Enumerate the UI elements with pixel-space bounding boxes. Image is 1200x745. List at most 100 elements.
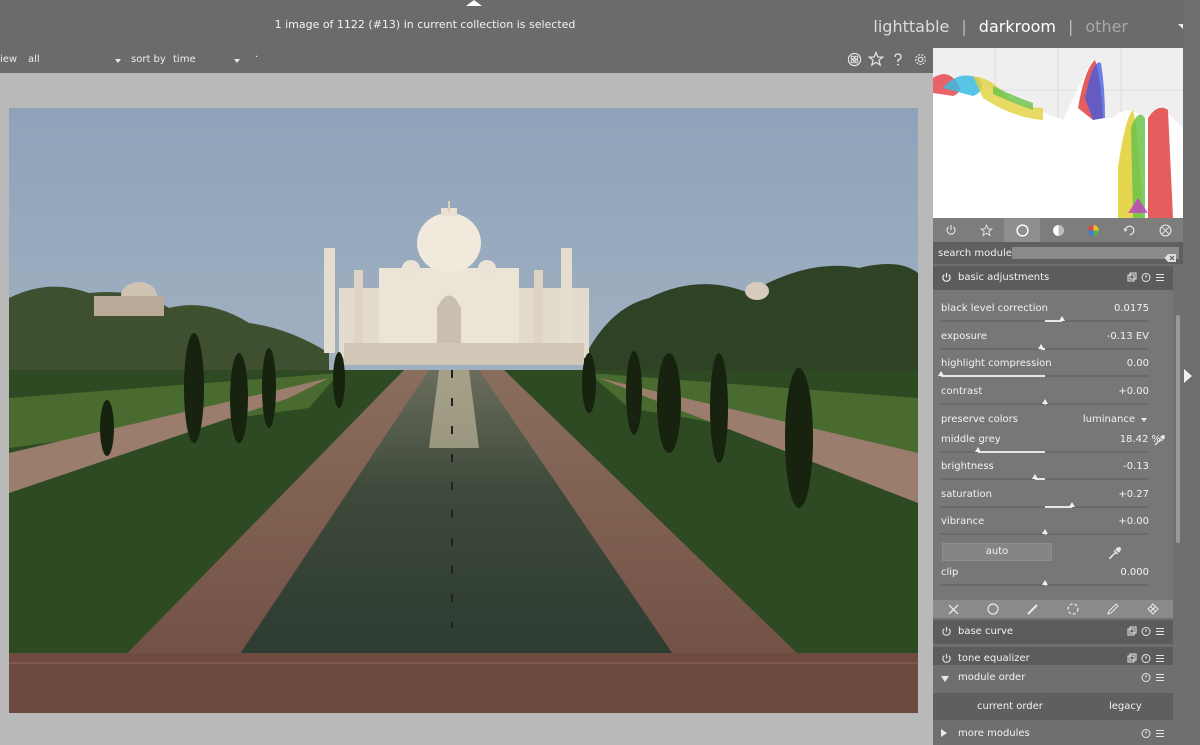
- photo-canvas[interactable]: [9, 108, 918, 713]
- exposure-slider[interactable]: [941, 344, 1149, 350]
- sort-by-value[interactable]: time: [173, 54, 196, 65]
- view-separator: |: [1067, 16, 1074, 36]
- multi-instance-icon[interactable]: [1127, 653, 1137, 664]
- view-lighttable[interactable]: lighttable: [873, 17, 949, 36]
- slider-fill: [1045, 506, 1073, 508]
- expanded-triangle-icon[interactable]: [941, 674, 952, 685]
- legacy-order-label[interactable]: legacy: [1109, 701, 1142, 712]
- star-icon[interactable]: [867, 50, 885, 68]
- slider-marker[interactable]: [1058, 316, 1065, 321]
- color-picker-icon[interactable]: [1107, 546, 1121, 560]
- slider-marker[interactable]: [1042, 399, 1048, 404]
- star-icon[interactable]: [969, 218, 1005, 242]
- slider-marker[interactable]: [1042, 529, 1048, 534]
- brightness-slider[interactable]: [941, 474, 1149, 480]
- row-value: -0.13 EV: [1106, 331, 1149, 342]
- collapsed-triangle-icon[interactable]: [941, 729, 952, 740]
- color-picker-icon[interactable]: [1153, 432, 1165, 451]
- middle-grey-slider[interactable]: [941, 447, 1149, 453]
- rotate-icon[interactable]: [1112, 218, 1148, 242]
- slider-fill: [978, 451, 1045, 453]
- row-label: middle grey: [941, 434, 1001, 445]
- reset-icon[interactable]: [1141, 728, 1151, 739]
- pen-icon[interactable]: [1093, 600, 1133, 618]
- presets-menu-icon[interactable]: [1155, 272, 1165, 283]
- brush-icon[interactable]: [1013, 600, 1053, 618]
- slider-marker[interactable]: [1037, 344, 1044, 349]
- slider-marker[interactable]: [975, 447, 982, 452]
- current-order-label[interactable]: current order: [977, 701, 1043, 712]
- aperture-icon[interactable]: [1147, 218, 1183, 242]
- preserve-colors-select[interactable]: luminance: [1083, 414, 1135, 425]
- vibrance-slider[interactable]: [941, 529, 1149, 535]
- module-group-tabs: [933, 218, 1183, 242]
- highlight-compression-slider[interactable]: [938, 371, 1149, 377]
- sort-by-label: sort by: [131, 54, 166, 65]
- multi-instance-icon[interactable]: [1127, 272, 1137, 283]
- view-other[interactable]: other: [1085, 17, 1128, 36]
- row-value: +0.00: [1118, 386, 1149, 397]
- close-icon[interactable]: [933, 600, 973, 618]
- reset-icon[interactable]: [1141, 653, 1151, 664]
- selection-status: 1 image of 1122 (#13) in current collect…: [274, 18, 576, 31]
- presets-menu-icon[interactable]: [1155, 653, 1165, 664]
- row-label: preserve colors: [941, 414, 1018, 425]
- gear-icon[interactable]: [911, 50, 929, 68]
- module-order-header[interactable]: module order: [933, 666, 1173, 690]
- power-icon[interactable]: [933, 218, 969, 242]
- slider-marker[interactable]: [1069, 502, 1076, 507]
- reset-icon[interactable]: [1141, 272, 1151, 283]
- chevron-down-icon[interactable]: [1141, 418, 1147, 422]
- auto-button[interactable]: auto: [942, 543, 1052, 561]
- row-label: brightness: [941, 461, 994, 472]
- blend-mode-strip: [933, 600, 1173, 618]
- presets-menu-icon[interactable]: [1155, 728, 1165, 739]
- circle-icon[interactable]: [1004, 218, 1041, 242]
- row-label: saturation: [941, 489, 992, 500]
- base-curve-header[interactable]: base curve: [933, 620, 1173, 644]
- reset-icon[interactable]: [1141, 626, 1151, 637]
- row-label: contrast: [941, 386, 983, 397]
- clear-search-icon[interactable]: [1164, 248, 1177, 262]
- power-icon[interactable]: [941, 653, 952, 664]
- reset-icon[interactable]: [1141, 672, 1151, 683]
- histogram[interactable]: [933, 48, 1183, 218]
- chevron-down-icon[interactable]: [234, 59, 240, 63]
- contrast-slider[interactable]: [941, 399, 1149, 405]
- tone-equalizer-header[interactable]: tone equalizer: [933, 647, 1173, 665]
- basic-adjustments-header[interactable]: basic adjustments: [933, 266, 1173, 290]
- search-module-input[interactable]: [1012, 247, 1179, 259]
- row-label: exposure: [941, 331, 987, 342]
- top-panel-toggle-arrow[interactable]: [466, 0, 482, 6]
- presets-menu-icon[interactable]: [1155, 672, 1165, 683]
- presets-menu-icon[interactable]: [1155, 626, 1165, 637]
- gradient-circle-icon[interactable]: [1053, 600, 1093, 618]
- power-icon[interactable]: [941, 272, 952, 283]
- module-title: basic adjustments: [958, 272, 1050, 283]
- color-labels-icon[interactable]: [845, 50, 863, 68]
- slider-marker[interactable]: [1042, 580, 1048, 585]
- slider-marker[interactable]: [938, 371, 944, 376]
- more-modules-header[interactable]: more modules: [933, 722, 1173, 745]
- color-wheel-icon[interactable]: [1076, 218, 1112, 242]
- clip-slider[interactable]: [941, 580, 1149, 586]
- view-filter-value[interactable]: all: [28, 54, 40, 65]
- row-value: +0.27: [1118, 489, 1149, 500]
- view-darkroom[interactable]: darkroom: [979, 17, 1056, 36]
- grid-icon[interactable]: [1133, 600, 1173, 618]
- filter-bar: iew all sort by time ·: [0, 48, 933, 73]
- black-level-slider[interactable]: [941, 316, 1149, 322]
- circle-icon[interactable]: [973, 600, 1013, 618]
- slider-marker[interactable]: [1031, 474, 1038, 479]
- row-value: 0.0175: [1114, 303, 1149, 314]
- multi-instance-icon[interactable]: [1127, 626, 1137, 637]
- row-value: -0.13: [1123, 461, 1149, 472]
- sort-order-toggle[interactable]: ·: [255, 52, 258, 63]
- power-icon[interactable]: [941, 626, 952, 637]
- half-circle-icon[interactable]: [1040, 218, 1076, 242]
- chevron-down-icon[interactable]: [115, 59, 121, 63]
- collapse-right-panel-icon[interactable]: [1184, 369, 1192, 383]
- help-icon[interactable]: [889, 50, 907, 68]
- saturation-slider[interactable]: [941, 502, 1149, 508]
- right-panel-scrollbar[interactable]: [1176, 315, 1180, 543]
